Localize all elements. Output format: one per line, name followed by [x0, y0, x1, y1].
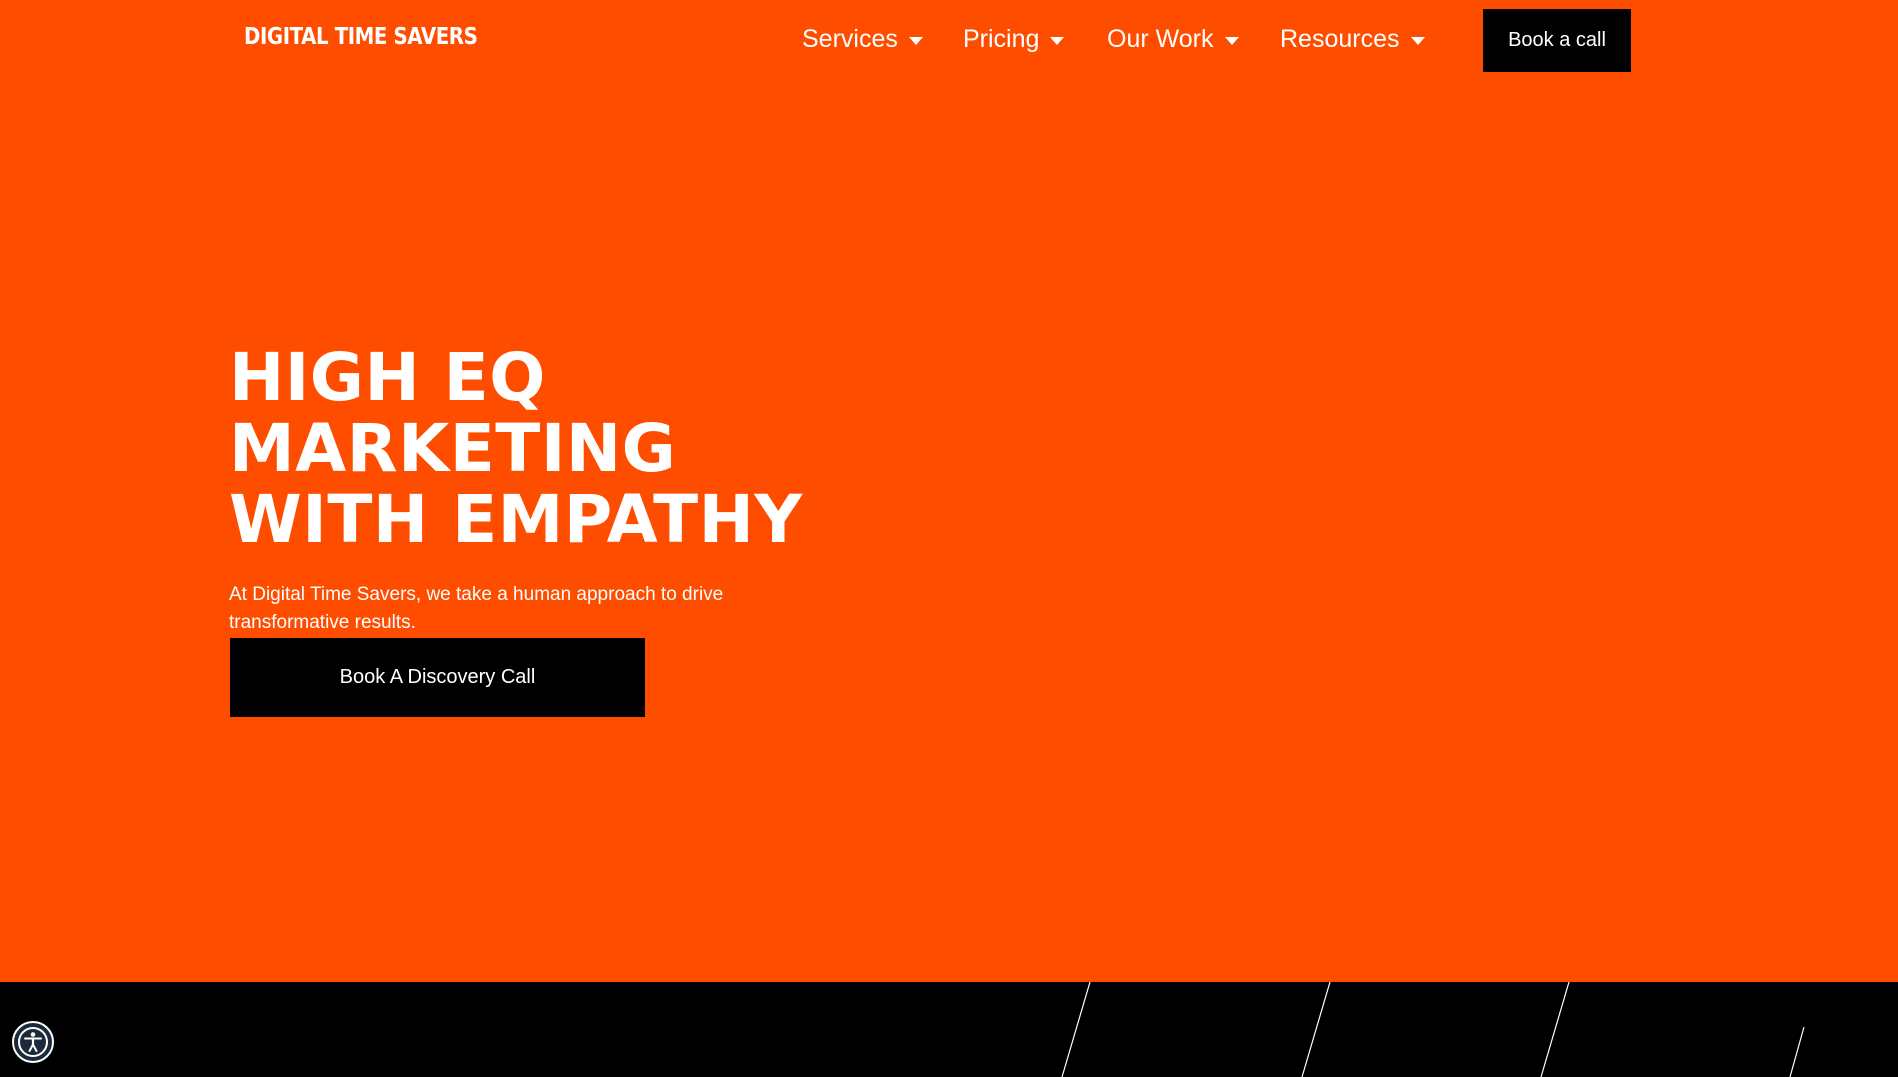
nav-label: Pricing [963, 24, 1040, 53]
book-a-call-button[interactable]: Book a call [1483, 9, 1631, 72]
headline-line: HIGH EQ [229, 339, 546, 416]
nav-label: Resources [1280, 24, 1400, 53]
hero-subtext: At Digital Time Savers, we take a human … [229, 584, 724, 633]
headline-line: WITH EMPATHY [229, 481, 803, 558]
site-logo[interactable]: DIGITAL TIME SAVERS [244, 24, 478, 50]
hero-section: DIGITAL TIME SAVERS Services Pricing Our… [0, 0, 1898, 982]
caret-down-icon [1224, 37, 1239, 45]
diagonal-lines-decoration [1061, 982, 1805, 1077]
caret-down-icon [1050, 37, 1065, 45]
nav-label: Our Work [1107, 24, 1214, 53]
nav-item-services[interactable]: Services [802, 22, 923, 56]
headline-line: MARKETING [229, 410, 677, 487]
hero-headline: HIGH EQ MARKETING WITH EMPATHY [229, 342, 803, 555]
caret-down-icon [1410, 37, 1425, 45]
nav-item-resources[interactable]: Resources [1280, 22, 1425, 56]
nav-item-our-work[interactable]: Our Work [1107, 22, 1239, 56]
caret-down-icon [908, 37, 923, 45]
nav-item-pricing[interactable]: Pricing [963, 22, 1065, 56]
book-discovery-call-button[interactable]: Book A Discovery Call [230, 638, 645, 717]
accessibility-icon[interactable] [12, 1021, 54, 1063]
decorative-band [0, 982, 1898, 1077]
nav-label: Services [802, 24, 898, 53]
